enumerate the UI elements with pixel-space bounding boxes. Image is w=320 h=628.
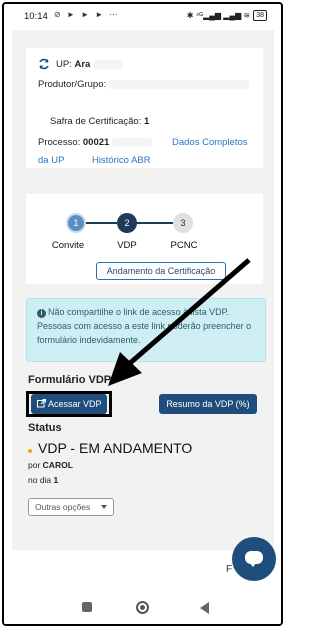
andamento-certificacao-button[interactable]: Andamento da Certificação	[96, 262, 226, 280]
processo-label: Processo:	[38, 137, 81, 148]
status-dot-icon	[28, 449, 32, 453]
signal-icons: ✱ ⁴ᴳ▂▄▆ ▂▄▆ ≋	[186, 11, 251, 20]
app-content: UP: Ara Produtor/Grupo: Safra de Certifi…	[12, 30, 274, 590]
por-label: por	[28, 460, 41, 470]
info-icon: i	[37, 309, 46, 318]
redacted-block	[92, 59, 123, 69]
alert-text: Não compartilhe o link de acesso à lista…	[37, 307, 252, 345]
up-value: Ara	[74, 59, 91, 70]
dia-label: no dia	[28, 475, 52, 485]
step-3-circle: 3	[173, 213, 193, 233]
status-main-text: VDP - EM ANDAMENTO	[38, 440, 193, 456]
status-bar: 10:14 ⊘ ► ► ► ⋯ ✱ ⁴ᴳ▂▄▆ ▂▄▆ ≋ 38	[4, 4, 281, 28]
dia-value: 1	[53, 475, 59, 485]
status-title: Status	[28, 422, 62, 434]
outras-opcoes-select[interactable]: Outras opções	[28, 498, 114, 516]
resumo-vdp-button[interactable]: Resumo da VDP (%)	[159, 394, 257, 414]
share-warning-alert: i Não compartilhe o link de acesso à list…	[26, 298, 266, 362]
acessar-vdp-label: Acessar VDP	[48, 399, 102, 409]
chat-fab-button[interactable]	[232, 537, 276, 581]
da-up-link[interactable]: da UP	[38, 155, 64, 166]
up-info-card: UP: Ara Produtor/Grupo: Safra de Certifi…	[26, 48, 263, 168]
step-3-label: PCNC	[170, 240, 198, 251]
up-row: UP: Ara	[56, 59, 123, 70]
recents-icon[interactable]	[82, 602, 92, 612]
redacted-block	[108, 79, 249, 89]
safra-row: Safra de Certificação: 1	[50, 116, 149, 127]
android-nav-bar	[4, 594, 281, 624]
step-1-circle: 1	[66, 213, 86, 233]
battery-icon: 38	[253, 10, 267, 21]
notification-icons: ⊘ ► ► ► ⋯	[54, 10, 120, 19]
stepper-card: 1 2 3 Convite VDP PCNC Andamento da Cert…	[26, 194, 263, 284]
chat-bubble-icon	[245, 551, 263, 567]
processo-value: 00021	[82, 137, 110, 148]
external-link-icon	[37, 399, 46, 408]
chevron-down-icon	[101, 505, 107, 509]
step-1-label: Convite	[51, 240, 85, 251]
back-icon[interactable]	[200, 602, 209, 614]
step-2-circle: 2	[117, 213, 137, 233]
status-por-row: por CAROL	[28, 460, 73, 470]
up-label: UP:	[56, 59, 72, 70]
produtor-label: Produtor/Grupo:	[38, 79, 107, 90]
status-time: 10:14	[24, 11, 48, 22]
historico-abr-link[interactable]: Histórico ABR	[92, 155, 151, 166]
status-dia-row: no dia 1	[28, 475, 58, 485]
safra-label: Safra de Certificação:	[50, 116, 142, 127]
produtor-row: Produtor/Grupo:	[38, 79, 249, 90]
outras-opcoes-label: Outras opções	[35, 502, 91, 512]
footer-partial-text: F	[226, 564, 233, 575]
sync-icon[interactable]	[38, 58, 50, 70]
redacted-block	[111, 137, 152, 147]
safra-value: 1	[144, 116, 150, 127]
processo-row: Processo: 00021	[38, 137, 152, 148]
step-connector	[135, 222, 173, 224]
formulario-title: Formulário VDP	[28, 374, 112, 386]
step-2-label: VDP	[117, 240, 137, 251]
home-icon[interactable]	[136, 601, 149, 614]
system-icons: ✱ ⁴ᴳ▂▄▆ ▂▄▆ ≋ 38	[187, 10, 267, 21]
dados-completos-link[interactable]: Dados Completos	[172, 137, 248, 148]
por-value: CAROL	[42, 460, 73, 470]
acessar-vdp-button[interactable]: Acessar VDP	[31, 394, 107, 414]
phone-frame: 10:14 ⊘ ► ► ► ⋯ ✱ ⁴ᴳ▂▄▆ ▂▄▆ ≋ 38 UP: Ara…	[2, 2, 283, 626]
